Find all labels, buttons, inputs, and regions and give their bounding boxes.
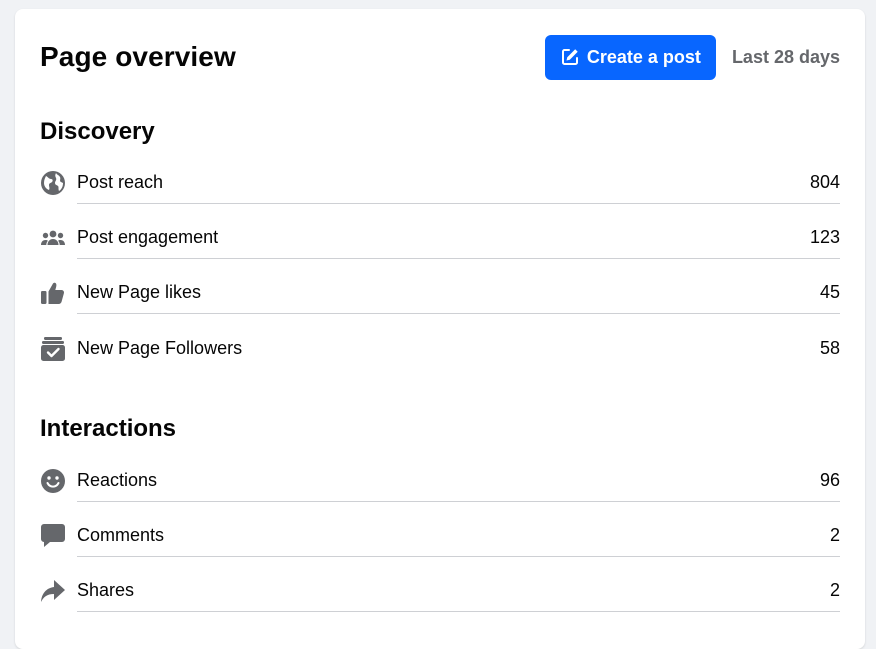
metric-row-post-reach[interactable]: Post reach 804 — [40, 164, 840, 204]
discovery-section-title: Discovery — [40, 118, 155, 145]
row-divider — [77, 556, 840, 557]
metric-value: 123 — [809, 227, 840, 247]
row-divider — [77, 611, 840, 612]
period-selector[interactable]: Last 28 days — [732, 47, 840, 68]
create-post-label: Create a post — [586, 46, 701, 67]
metric-row-shares[interactable]: Shares 2 — [40, 572, 840, 612]
metric-label: New Page Followers — [77, 338, 243, 358]
metric-value: 804 — [809, 172, 840, 192]
metric-value: 2 — [829, 525, 840, 545]
overview-header: Page overview Create a post Last 28 days — [40, 34, 840, 80]
page-title: Page overview — [40, 41, 236, 72]
metric-row-new-page-likes[interactable]: New Page likes 45 — [40, 274, 840, 314]
create-post-button[interactable]: Create a post — [544, 34, 716, 80]
smiley-icon — [40, 468, 66, 494]
share-arrow-icon — [40, 578, 66, 604]
row-divider — [77, 313, 840, 314]
metric-row-comments[interactable]: Comments 2 — [40, 517, 840, 557]
metric-label: Post reach — [77, 172, 164, 192]
metric-label: New Page likes — [77, 282, 202, 302]
metric-row-post-engagement[interactable]: Post engagement 123 — [40, 219, 840, 259]
globe-icon — [40, 170, 66, 196]
edit-square-icon — [560, 47, 580, 67]
page-overview-card: Page overview Create a post Last 28 days… — [15, 9, 865, 649]
people-icon — [40, 225, 66, 251]
metric-value: 45 — [819, 282, 840, 302]
interactions-section-title: Interactions — [40, 415, 177, 442]
metric-label: Post engagement — [77, 227, 219, 247]
metric-row-new-page-followers[interactable]: New Page Followers 58 — [40, 330, 840, 370]
metric-label: Shares — [77, 580, 135, 600]
row-divider — [77, 203, 840, 204]
metric-value: 58 — [819, 338, 840, 358]
metric-label: Comments — [77, 525, 165, 545]
thumbs-up-icon — [40, 280, 66, 306]
metric-label: Reactions — [77, 470, 158, 490]
metric-row-reactions[interactable]: Reactions 96 — [40, 462, 840, 502]
comment-icon — [40, 523, 66, 549]
followers-check-icon — [40, 336, 66, 362]
metric-value: 2 — [829, 580, 840, 600]
metric-value: 96 — [819, 470, 840, 490]
row-divider — [77, 501, 840, 502]
row-divider — [77, 258, 840, 259]
